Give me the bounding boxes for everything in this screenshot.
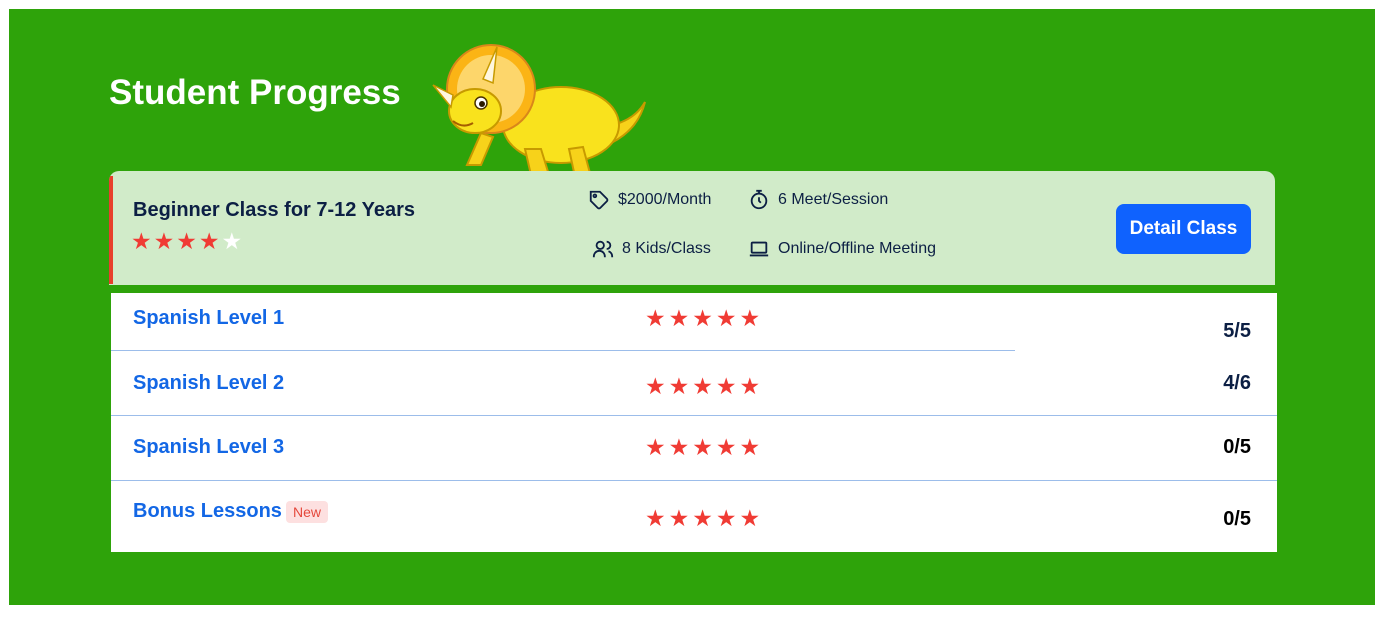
sessions-text: 6 Meet/Session — [778, 191, 889, 208]
price-meta: $2000/Month — [588, 189, 711, 211]
lesson-name-link[interactable]: Spanish Level 3 — [133, 436, 284, 459]
class-name: Beginner Class for 7-12 Years — [133, 199, 415, 221]
class-rating: ★★★★★ — [131, 228, 244, 255]
meeting-meta: Online/Offline Meeting — [748, 238, 936, 260]
lessons-list: Spanish Level 1 ★★★★★ 5/5 Spanish Level … — [111, 293, 1277, 552]
class-summary-card: Beginner Class for 7-12 Years ★★★★★ $200… — [109, 171, 1275, 285]
star-filled-icon: ★ — [198, 228, 222, 254]
list-item[interactable]: Spanish Level 3 ★★★★★ 0/5 — [111, 416, 1277, 481]
price-text: $2000/Month — [618, 191, 712, 208]
list-item[interactable]: Spanish Level 1 ★★★★★ 5/5 — [111, 293, 1277, 351]
lesson-rating: ★★★★★ — [645, 373, 764, 399]
lesson-name-link[interactable]: Bonus Lessons — [133, 500, 282, 523]
lesson-rating: ★★★★★ — [645, 305, 764, 331]
sessions-meta: 6 Meet/Session — [748, 189, 888, 211]
card-accent-bar — [109, 176, 113, 284]
kids-meta: 8 Kids/Class — [592, 238, 711, 260]
list-item[interactable]: Spanish Level 2 ★★★★★ 4/6 — [111, 351, 1277, 416]
lesson-rating: ★★★★★ — [645, 505, 764, 531]
lesson-score: 0/5 — [1223, 436, 1251, 458]
detail-class-button[interactable]: Detail Class — [1116, 204, 1251, 254]
meeting-text: Online/Offline Meeting — [778, 240, 937, 257]
lesson-score: 0/5 — [1223, 508, 1251, 530]
star-filled-icon: ★ — [153, 228, 177, 254]
list-item[interactable]: Bonus Lessons New ★★★★★ 0/5 — [111, 481, 1277, 552]
lesson-rating: ★★★★★ — [645, 434, 764, 460]
users-icon — [592, 240, 614, 258]
laptop-icon — [749, 241, 769, 257]
lesson-name-link[interactable]: Spanish Level 1 — [133, 307, 284, 330]
lesson-score: 5/5 — [1223, 320, 1251, 342]
page-title: Student Progress — [109, 73, 401, 112]
star-filled-icon: ★ — [131, 228, 154, 254]
kids-text: 8 Kids/Class — [622, 240, 711, 257]
star-empty-icon: ★ — [221, 228, 245, 254]
star-filled-icon: ★ — [176, 228, 199, 254]
new-badge: New — [286, 501, 329, 523]
stopwatch-icon — [750, 189, 768, 210]
lesson-name-link[interactable]: Spanish Level 2 — [133, 372, 284, 395]
lesson-score: 4/6 — [1223, 372, 1251, 394]
progress-panel: Student Progress Beginner Class for 7-12… — [9, 9, 1375, 605]
triceratops-illustration — [432, 44, 646, 185]
price-tag-icon — [589, 190, 609, 210]
